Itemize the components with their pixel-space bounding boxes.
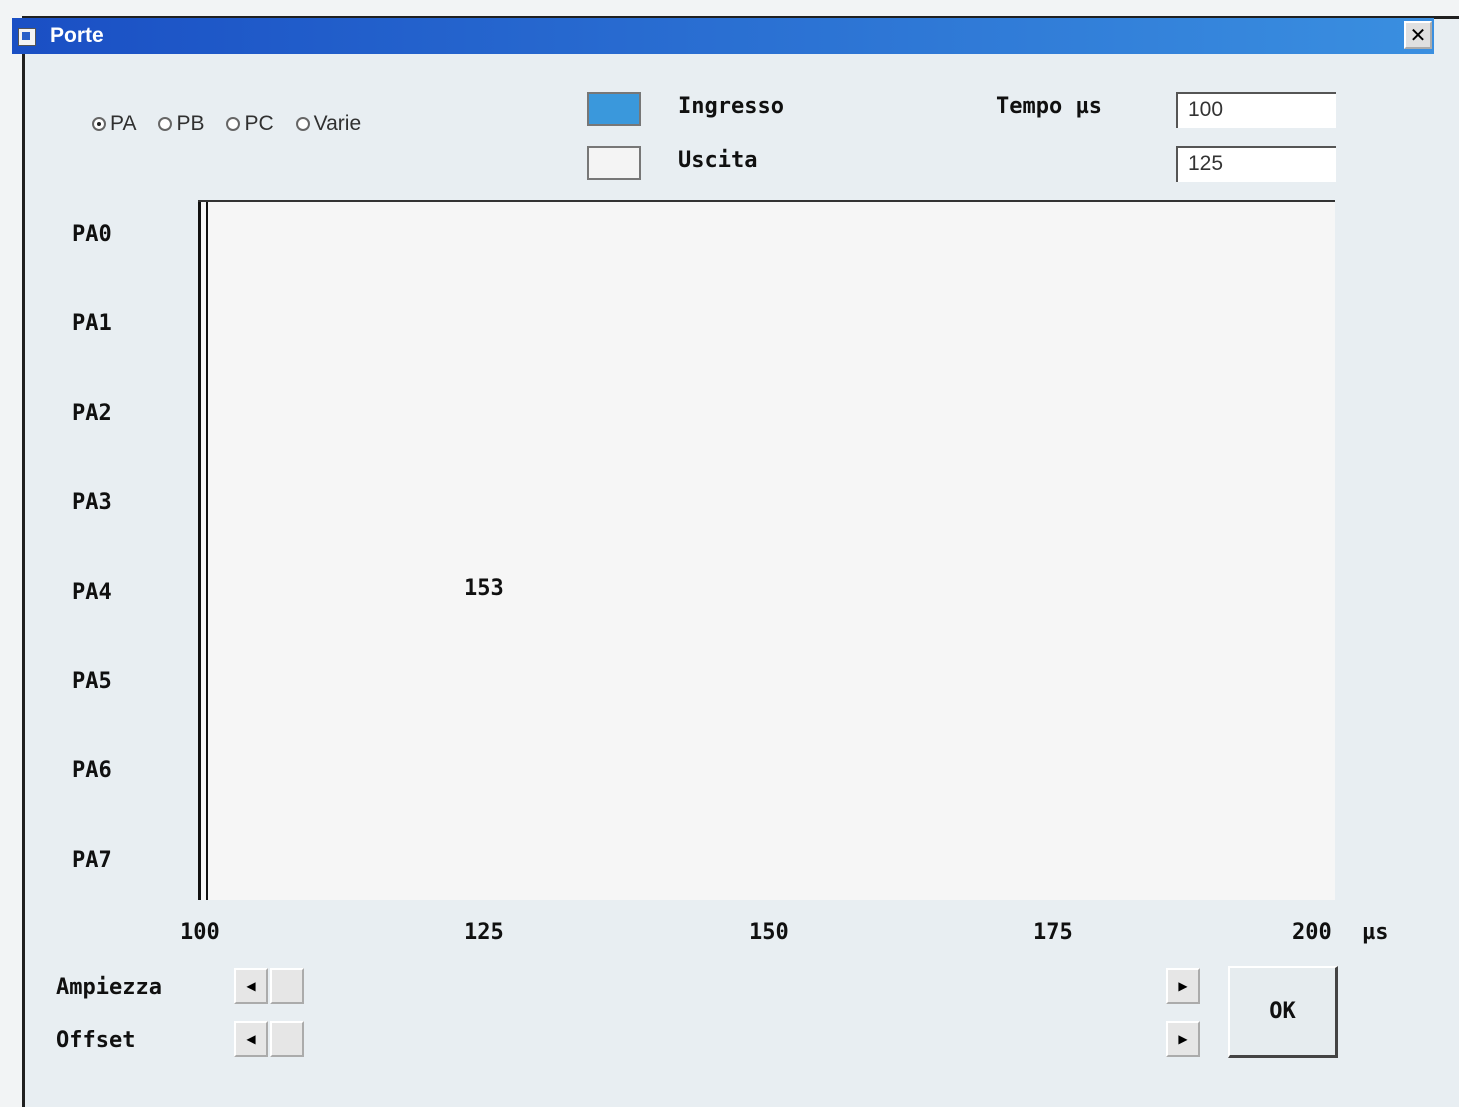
arrow-right-icon: ▶ bbox=[1178, 979, 1188, 993]
cursor-value-label: 153 bbox=[464, 576, 504, 601]
x-tick-label: 200 bbox=[1292, 920, 1332, 945]
amplitude-scrollbar[interactable]: ◀ ▶ bbox=[234, 968, 1200, 1004]
ok-button-label: OK bbox=[1269, 999, 1296, 1024]
channel-label-pa7: PA7 bbox=[72, 848, 112, 873]
amplitude-scroll-right-button[interactable]: ▶ bbox=[1166, 968, 1200, 1004]
offset-scroll-left-button[interactable]: ◀ bbox=[234, 1021, 268, 1057]
radio-label-pc: PC bbox=[244, 112, 274, 135]
radio-label-varie: Varie bbox=[313, 112, 362, 135]
port-selector: PA PB PC Varie bbox=[92, 112, 361, 136]
time-label: Tempo µs bbox=[996, 94, 1102, 119]
radio-pb[interactable]: PB bbox=[158, 112, 204, 136]
output-color-swatch bbox=[587, 146, 641, 180]
channel-label-pa0: PA0 bbox=[72, 222, 112, 247]
x-tick-label: 175 bbox=[1033, 920, 1073, 945]
app-icon bbox=[18, 28, 36, 46]
timing-plot-area bbox=[198, 200, 1335, 900]
radio-varie[interactable]: Varie bbox=[295, 112, 362, 136]
radio-label-pa: PA bbox=[110, 112, 137, 135]
title-bar: Porte ✕ bbox=[12, 18, 1434, 54]
time-end-field[interactable]: 125 bbox=[1176, 146, 1336, 182]
arrow-left-icon: ◀ bbox=[246, 1032, 256, 1046]
radio-checked-icon[interactable] bbox=[92, 117, 106, 131]
arrow-right-icon: ▶ bbox=[1178, 1032, 1188, 1046]
radio-pc[interactable]: PC bbox=[226, 112, 274, 136]
channel-label-pa4: PA4 bbox=[72, 580, 112, 605]
x-tick-label: 125 bbox=[464, 920, 504, 945]
x-tick-label: 150 bbox=[749, 920, 789, 945]
channel-label-pa3: PA3 bbox=[72, 490, 112, 515]
amplitude-label: Ampiezza bbox=[56, 975, 162, 1000]
amplitude-scroll-left-button[interactable]: ◀ bbox=[234, 968, 268, 1004]
x-tick-label: 100 bbox=[180, 920, 220, 945]
offset-label: Offset bbox=[56, 1028, 136, 1053]
radio-label-pb: PB bbox=[176, 112, 205, 135]
channel-label-pa6: PA6 bbox=[72, 758, 112, 783]
ok-button[interactable]: OK bbox=[1228, 966, 1338, 1058]
radio-unchecked-icon[interactable] bbox=[158, 117, 173, 131]
offset-scroll-thumb[interactable] bbox=[270, 1021, 304, 1057]
offset-scroll-right-button[interactable]: ▶ bbox=[1166, 1021, 1200, 1057]
x-axis-unit: µs bbox=[1362, 920, 1389, 945]
output-legend-label: Uscita bbox=[678, 148, 758, 173]
channel-label-pa5: PA5 bbox=[72, 669, 112, 694]
arrow-left-icon: ◀ bbox=[246, 979, 256, 993]
channel-label-pa2: PA2 bbox=[72, 401, 112, 426]
close-icon: ✕ bbox=[1409, 23, 1427, 47]
channel-label-pa1: PA1 bbox=[72, 311, 112, 336]
radio-pa[interactable]: PA bbox=[92, 112, 136, 136]
time-start-field[interactable]: 100 bbox=[1176, 92, 1336, 128]
plot-y-axis-line bbox=[198, 202, 208, 900]
offset-scrollbar[interactable]: ◀ ▶ bbox=[234, 1021, 1200, 1057]
radio-unchecked-icon[interactable] bbox=[295, 117, 310, 131]
window-title: Porte bbox=[50, 24, 104, 47]
amplitude-scroll-thumb[interactable] bbox=[270, 968, 304, 1004]
input-color-swatch bbox=[587, 92, 641, 126]
radio-unchecked-icon[interactable] bbox=[226, 117, 241, 131]
close-button[interactable]: ✕ bbox=[1404, 21, 1432, 49]
input-legend-label: Ingresso bbox=[678, 94, 784, 119]
